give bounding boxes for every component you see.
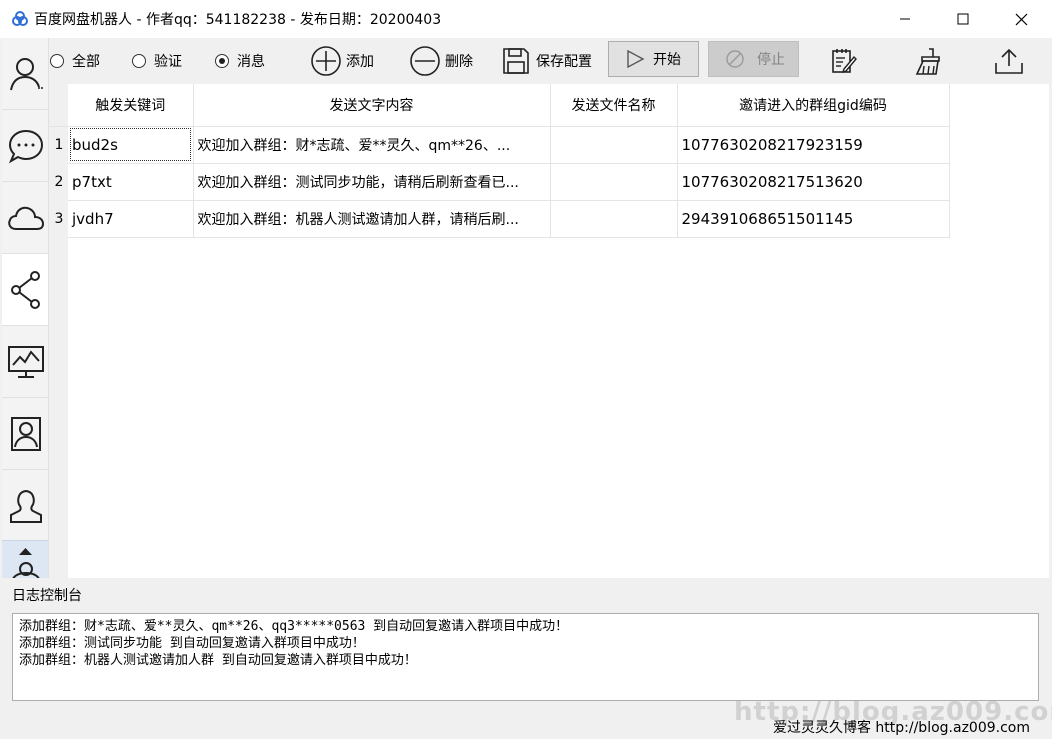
table-row[interactable]: 2 p7txt 欢迎加入群组：测试同步功能，请稍后刷新查看已... 107763…: [50, 163, 950, 201]
status-bar: 爱过灵灵久博客 http://blog.az009.com: [0, 712, 1052, 739]
cell-file[interactable]: [550, 163, 678, 201]
sidebar-item-monitor[interactable]: [2, 326, 48, 398]
stop-button-label: 停止: [757, 52, 785, 68]
log-line: 添加群组：财*志疏、爱**灵久、qm**26、qq3*****0563 到自动回…: [19, 619, 569, 634]
status-text[interactable]: 爱过灵灵久博客 http://blog.az009.com: [773, 717, 1030, 737]
radio-verify-label: 验证: [154, 54, 182, 70]
caret-up-icon: [19, 548, 32, 555]
cell-gid[interactable]: 1077630208217513620: [677, 163, 950, 201]
save-disk-icon: [503, 48, 529, 74]
radio-message[interactable]: 消息: [215, 38, 265, 84]
sidebar-item-user[interactable]: [2, 38, 48, 110]
column-header-keyword[interactable]: 触发关键词: [68, 84, 194, 127]
close-icon: [1015, 13, 1027, 25]
radio-all[interactable]: 全部: [50, 38, 100, 84]
sidebar-item-contact[interactable]: [2, 398, 48, 470]
maximize-button[interactable]: [934, 0, 992, 38]
clear-broom-button[interactable]: [912, 38, 942, 84]
save-config-label: 保存配置: [536, 54, 592, 70]
sidebar: [2, 38, 49, 578]
row-number: 3: [50, 200, 68, 237]
sidebar-item-share[interactable]: [2, 254, 48, 326]
cell-file[interactable]: [550, 126, 678, 164]
cell-text[interactable]: 欢迎加入群组：机器人测试邀请加人群，请稍后刷...: [193, 200, 551, 238]
delete-button[interactable]: 删除: [409, 38, 473, 84]
cell-text[interactable]: 欢迎加入群组：财*志疏、爱**灵久、qm**26、...: [193, 126, 551, 164]
row-number: 2: [50, 163, 68, 200]
monitor-chart-icon: [7, 345, 44, 378]
log-console-title: 日志控制台: [12, 588, 82, 604]
cell-gid[interactable]: 1077630208217923159: [677, 126, 950, 164]
data-grid: 触发关键词 发送文字内容 发送文件名称 邀请进入的群组gid编码 1 bud2s…: [50, 84, 1049, 578]
radio-message-circle[interactable]: [215, 54, 229, 68]
window-title: 百度网盘机器人 - 作者qq：541182238 - 发布日期：20200403: [34, 12, 442, 28]
table-row[interactable]: 3 jvdh7 欢迎加入群组：机器人测试邀请加人群，请稍后刷... 294391…: [50, 200, 950, 238]
keyword-table: 触发关键词 发送文字内容 发送文件名称 邀请进入的群组gid编码 1 bud2s…: [50, 84, 950, 238]
log-line: 添加群组：机器人测试邀请加人群 到自动回复邀请入群项目中成功！: [19, 653, 417, 668]
log-line: 添加群组：测试同步功能 到自动回复邀请入群项目中成功！: [19, 636, 365, 651]
minimize-button[interactable]: [876, 0, 934, 38]
contact-icon: [10, 416, 41, 451]
cell-keyword[interactable]: bud2s: [68, 126, 194, 164]
sidebar-item-chat[interactable]: [2, 110, 48, 182]
cell-text[interactable]: 欢迎加入群组：测试同步功能，请稍后刷新查看已...: [193, 163, 551, 201]
sidebar-item-person[interactable]: [2, 470, 48, 542]
close-button[interactable]: [992, 0, 1050, 38]
plus-circle-icon: [311, 46, 341, 76]
start-button-label: 开始: [653, 52, 681, 68]
log-console[interactable]: 添加群组：财*志疏、爱**灵久、qm**26、qq3*****0563 到自动回…: [12, 613, 1039, 701]
cloud-icon: [7, 206, 44, 230]
radio-verify[interactable]: 验证: [132, 38, 182, 84]
save-config-button[interactable]: 保存配置: [502, 38, 592, 84]
cell-keyword[interactable]: jvdh7: [68, 200, 194, 238]
title-bar: 百度网盘机器人 - 作者qq：541182238 - 发布日期：20200403: [0, 0, 1052, 38]
radio-verify-circle[interactable]: [132, 54, 146, 68]
upload-button[interactable]: [994, 38, 1024, 84]
broom-icon: [915, 48, 940, 75]
person-icon: [9, 489, 42, 523]
add-button-label: 添加: [346, 54, 374, 70]
row-number: 1: [50, 126, 68, 163]
edit-notes-button[interactable]: [830, 38, 858, 84]
sidebar-scroll-up-button[interactable]: [2, 540, 48, 578]
toolbar: 全部 验证 消息 添加 删除 保存配置 开始 停止: [50, 38, 1050, 84]
column-header-text[interactable]: 发送文字内容: [193, 84, 551, 127]
sidebar-item-cloud[interactable]: [2, 182, 48, 254]
column-header-gid[interactable]: 邀请进入的群组gid编码: [677, 84, 950, 127]
stop-circle-icon: [726, 50, 744, 68]
play-icon: [627, 49, 645, 69]
chat-bubble-icon: [8, 129, 43, 163]
minus-circle-icon: [410, 46, 440, 76]
column-header-file[interactable]: 发送文件名称: [550, 84, 678, 127]
cell-file[interactable]: [550, 200, 678, 238]
delete-button-label: 删除: [445, 54, 473, 70]
corner-header: [50, 84, 68, 127]
cell-gid[interactable]: 294391068651501145: [677, 200, 950, 238]
stop-button[interactable]: 停止: [708, 41, 799, 77]
person-partial-icon: [12, 562, 40, 578]
maximize-icon: [957, 13, 969, 25]
share-icon: [10, 270, 40, 309]
radio-message-label: 消息: [237, 54, 265, 70]
baidu-netdisk-icon: [12, 11, 28, 26]
minimize-icon: [900, 18, 910, 20]
radio-all-label: 全部: [72, 54, 100, 70]
edit-notes-icon: [832, 49, 857, 74]
upload-icon: [995, 48, 1023, 74]
start-button[interactable]: 开始: [608, 41, 699, 77]
user-icon: [9, 57, 43, 90]
cell-keyword[interactable]: p7txt: [68, 163, 194, 201]
add-button[interactable]: 添加: [310, 38, 374, 84]
radio-all-circle[interactable]: [50, 54, 64, 68]
table-row[interactable]: 1 bud2s 欢迎加入群组：财*志疏、爱**灵久、qm**26、... 107…: [50, 126, 950, 164]
